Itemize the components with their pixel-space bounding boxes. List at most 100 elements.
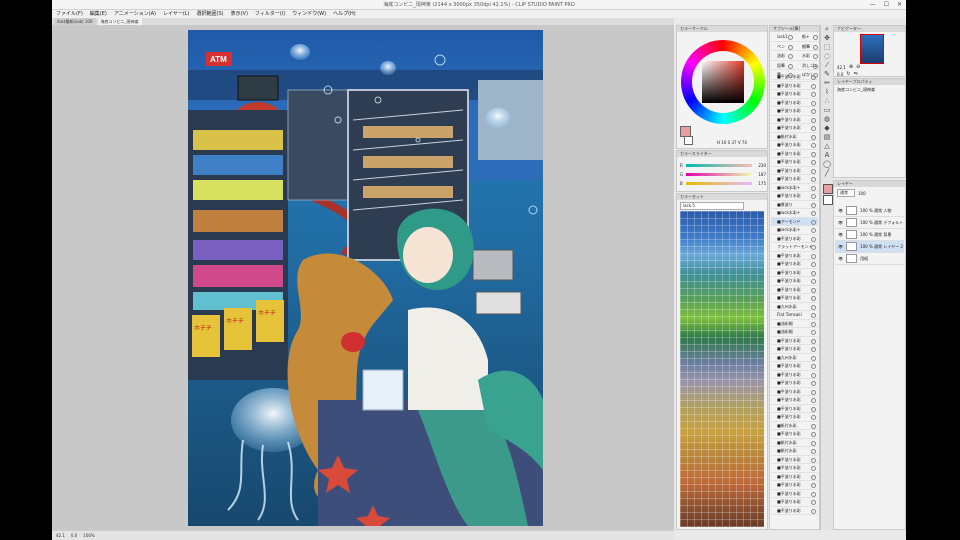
layer-opacity[interactable]: 100 <box>858 191 866 196</box>
saturation-value-square[interactable] <box>702 61 744 103</box>
airbrush-icon[interactable]: ∴ <box>822 97 832 106</box>
layer-row[interactable]: 👁 100 % 通常 デフォルト <box>835 217 904 229</box>
canvas-area[interactable]: ATM ホチチ ホチチ ホチチ <box>52 25 674 530</box>
rotate-icon[interactable]: ↻ <box>846 71 850 76</box>
subtool-item[interactable]: ■平塗り水彩 <box>771 345 818 354</box>
tool-grid-item[interactable]: 鉛筆 <box>771 62 795 70</box>
select-icon[interactable]: ⬚ <box>822 43 832 52</box>
layer-row-selected[interactable]: 👁 100 % 通常 レイヤー 2 <box>835 241 904 253</box>
subtool-item[interactable]: ■油彩細 <box>771 320 818 328</box>
eyedropper-icon[interactable]: ⁄ <box>822 61 832 70</box>
maximize-icon[interactable]: ☐ <box>884 1 889 8</box>
eye-icon[interactable]: 👁 <box>838 208 843 213</box>
subtool-item[interactable]: ■平塗り水彩 <box>771 192 818 201</box>
subtool-item[interactable]: ■平塗り水彩 <box>771 99 818 107</box>
subtool-item[interactable]: ■iack水彩+ <box>771 184 818 192</box>
tool-grid-item[interactable]: 水彩 <box>796 52 819 61</box>
subtool-item[interactable]: ■平塗り水彩 <box>771 337 818 345</box>
subtool-item[interactable]: ■平塗り水彩 <box>771 379 818 388</box>
eraser-icon[interactable]: ▭ <box>822 106 832 115</box>
subtool-item[interactable]: ■平塗り水彩 <box>771 286 818 294</box>
tool-grid-item[interactable]: 細筆 <box>796 43 819 51</box>
eye-icon[interactable]: 👁 <box>838 232 843 237</box>
flip-icon[interactable]: ⇋ <box>854 71 858 76</box>
subtool-item[interactable]: ■平塗り水彩 <box>771 269 818 277</box>
subtool-item[interactable]: ■平塗り水彩 <box>771 362 818 371</box>
subtool-item[interactable]: ■平塗り水彩 <box>771 481 818 490</box>
menu-filter[interactable]: フィルター(I) <box>255 10 285 18</box>
subtool-item[interactable]: ■平塗り水彩 <box>771 498 818 507</box>
color-set-swatches[interactable] <box>680 211 764 527</box>
text-icon[interactable]: A <box>822 151 832 160</box>
layer-row[interactable]: 👁 用紙 <box>835 253 904 265</box>
layer-row[interactable]: 👁 100 % 通常 背景 <box>835 229 904 241</box>
subtool-item[interactable]: ■平塗り水彩 <box>771 413 818 422</box>
subtool-item[interactable]: ■九州水彩 <box>771 354 818 362</box>
subtool-item[interactable]: ■平塗り水彩 <box>771 141 818 150</box>
move-icon[interactable]: ✥ <box>822 34 832 43</box>
gradient-icon[interactable]: ▤ <box>822 133 832 142</box>
menu-help[interactable]: ヘルプ(H) <box>333 10 356 18</box>
color-set-selector[interactable]: iack.5 <box>680 202 744 210</box>
subtool-item[interactable]: ■平塗り水彩 <box>771 90 818 99</box>
pen-icon[interactable]: ✎ <box>822 70 832 79</box>
menu-selection[interactable]: 選択範囲(S) <box>197 10 224 18</box>
doc-tab-1[interactable]: ilast最新(sub) 100 <box>54 18 96 25</box>
slider-b-track[interactable] <box>686 182 752 185</box>
tool-grid-item[interactable]: 紙+ <box>796 33 819 42</box>
subtool-item[interactable]: ■平塗り水彩 <box>771 294 818 303</box>
figure-icon[interactable]: △ <box>822 142 832 151</box>
navigator-preview[interactable] <box>860 34 884 64</box>
subtool-item[interactable]: フラットアーモンド <box>771 243 818 252</box>
tool-grid-item[interactable]: iack1 <box>771 33 795 42</box>
minimize-icon[interactable]: — <box>870 1 876 8</box>
navigator-zoom[interactable]: 42.1 <box>837 65 846 70</box>
subtool-item[interactable]: ■厚塗り <box>771 201 818 209</box>
menu-animation[interactable]: アニメーション(A) <box>114 10 156 18</box>
layer-row[interactable]: 👁 100 % 通常 人物 <box>835 205 904 217</box>
subtool-item[interactable]: ■九州水彩 <box>771 303 818 311</box>
blend-mode-select[interactable]: 通常 <box>837 189 855 197</box>
subtool-item[interactable]: ■平塗り水彩 <box>771 124 818 133</box>
sub-color-swatch[interactable] <box>684 136 693 145</box>
zoom-in-icon[interactable]: ⊕ <box>849 64 853 70</box>
subtool-item[interactable]: ■平塗り水彩 <box>771 473 818 481</box>
subtool-item[interactable]: ■紙付水彩 <box>771 447 818 456</box>
menu-view[interactable]: 表示(V) <box>231 10 248 18</box>
subtool-item[interactable]: ■平塗り水彩 <box>771 277 818 286</box>
subtool-item[interactable]: ■iack水彩+ <box>771 226 818 235</box>
lasso-icon[interactable]: ◌ <box>822 52 832 61</box>
zoom-icon[interactable]: ⌕ <box>822 25 832 34</box>
zoom-out-icon[interactable]: ⊖ <box>856 64 860 70</box>
sub-color-chip[interactable] <box>823 195 833 205</box>
slider-g-track[interactable] <box>686 173 752 176</box>
subtool-item[interactable]: ■平塗り水彩 <box>771 235 818 243</box>
tool-grid-item[interactable]: 油彩 <box>771 52 795 61</box>
subtool-item[interactable]: Flat Tomsaki <box>771 311 818 320</box>
subtool-item[interactable]: ■平塗り水彩 <box>771 107 818 116</box>
slider-r-track[interactable] <box>686 164 752 167</box>
menu-edit[interactable]: 編集(E) <box>90 10 107 18</box>
menu-layer[interactable]: レイヤー(L) <box>163 10 190 18</box>
subtool-item[interactable]: ■平塗り水彩 <box>771 167 818 175</box>
menu-file[interactable]: ファイル(F) <box>56 10 83 18</box>
subtool-item[interactable]: ■平塗り水彩 <box>771 456 818 464</box>
subtool-item[interactable]: ■紙付水彩 <box>771 439 818 447</box>
slider-r-value[interactable]: 230 <box>754 163 766 168</box>
subtool-item[interactable]: ■平塗り水彩 <box>771 388 818 396</box>
main-color-chip[interactable] <box>823 184 833 194</box>
slider-g-value[interactable]: 187 <box>754 172 766 177</box>
eye-icon[interactable]: 👁 <box>838 244 843 249</box>
subtool-item[interactable]: ■平塗り水彩 <box>771 73 818 82</box>
tool-grid-item[interactable]: ペン <box>771 43 795 51</box>
tool-grid-item[interactable]: 消しゴム <box>796 62 819 70</box>
balloon-icon[interactable]: ◯ <box>822 160 832 169</box>
ruler-icon[interactable]: ╱ <box>822 169 832 178</box>
menu-window[interactable]: ウィンドウ(W) <box>292 10 326 18</box>
subtool-item[interactable]: ■平塗り水彩 <box>771 175 818 184</box>
fill-icon[interactable]: ◆ <box>822 124 832 133</box>
subtool-item[interactable]: ■平塗り水彩 <box>771 405 818 413</box>
slider-b-value[interactable]: 175 <box>754 181 766 186</box>
status-angle[interactable]: 0.0 <box>71 533 77 538</box>
navigator-angle[interactable]: 0.0 <box>837 72 843 77</box>
